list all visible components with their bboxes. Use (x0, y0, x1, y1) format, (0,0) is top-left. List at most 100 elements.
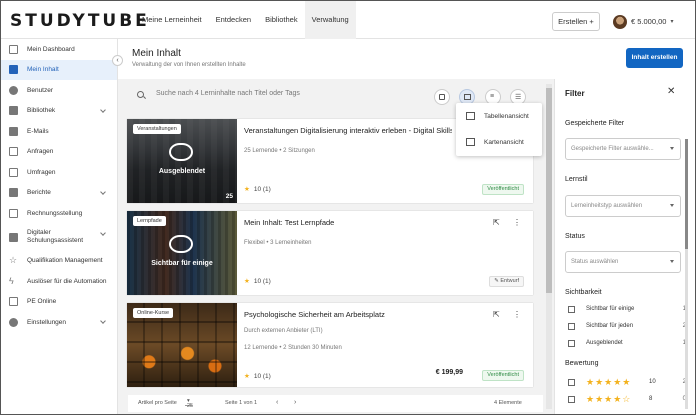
card-provider: Durch externen Anbieter (LTI) (244, 328, 323, 334)
menu-item-label: Tabellenansicht (484, 112, 529, 120)
page-title: Mein Inhalt (132, 48, 181, 59)
saved-filters-label: Gespeicherte Filter (565, 120, 625, 127)
scrollbar[interactable] (546, 84, 552, 409)
more-options-icon[interactable]: ⋮ (513, 218, 521, 227)
sidebar-item-qualifikation[interactable]: ☆ Qualifikation Management (1, 251, 117, 272)
status-badge: Veröffentlicht (482, 370, 524, 381)
close-icon[interactable]: ✕ (667, 86, 675, 97)
card-rating: ★ 10 (1) (244, 372, 271, 380)
nav-verwaltung[interactable]: Verwaltung (304, 1, 356, 39)
chevron-down-icon: ▾ (670, 19, 674, 25)
content-card[interactable]: Online-Kurse Psychologische Sicherheit a… (127, 303, 533, 387)
star-icon: ☆ (9, 255, 18, 266)
filter-scrollbar[interactable] (685, 139, 688, 409)
checkbox[interactable] (568, 323, 575, 330)
sidebar-item-rechnungsstellung[interactable]: Rechnungsstellung (1, 203, 117, 224)
filter-scrollbar-thumb[interactable] (685, 139, 688, 249)
sidebar-item-automation[interactable]: ϟ Auslöser für die Automation (1, 271, 117, 292)
avatar[interactable] (613, 14, 627, 29)
sidebar-item-label: Qualifikation Management (27, 257, 103, 265)
sidebar-item-label: Einstellungen (27, 318, 67, 326)
sidebar-item-label: Berichte (27, 189, 51, 197)
nav-bibliothek[interactable]: Bibliothek (258, 1, 305, 39)
sidebar-item-label: Bibliothek (27, 107, 56, 115)
copy-icon (9, 147, 18, 157)
learning-style-select[interactable]: Lerneinheitstyp auswählen (565, 195, 681, 217)
rating-option[interactable]: ★★★★★102 (565, 377, 690, 391)
checkbox[interactable] (568, 396, 575, 403)
rating-value: 10 (1) (253, 278, 271, 285)
scrollbar-thumb[interactable] (546, 88, 552, 293)
nav-entdecken[interactable]: Entdecken (209, 1, 258, 39)
status-select[interactable]: Status auswählen (565, 251, 681, 273)
rating-option[interactable]: ★★★★☆80 (565, 394, 690, 408)
sidebar-item-dashboard[interactable]: Mein Dashboard (1, 39, 117, 60)
card-rating: ★ 10 (1) (244, 185, 271, 193)
select-all-checkbox[interactable] (434, 89, 450, 105)
rating-value: 8 (649, 396, 653, 402)
eye-off-icon (169, 143, 193, 161)
visibility-option[interactable]: Sichtbar für einige1 (565, 304, 690, 318)
prev-page-icon[interactable]: ‹ (276, 399, 278, 406)
next-page-icon[interactable]: › (294, 399, 296, 406)
sidebar-item-umfragen[interactable]: Umfragen (1, 162, 117, 183)
checkbox[interactable] (568, 379, 575, 386)
card-title[interactable]: Veranstaltungen Digitalisierung interakt… (244, 126, 452, 135)
visibility-option[interactable]: Ausgeblendet1 (565, 338, 690, 352)
card-title[interactable]: Mein Inhalt: Test Lernpfade (244, 218, 452, 227)
more-options-icon[interactable]: ⋮ (513, 310, 521, 319)
checkbox[interactable] (568, 306, 575, 313)
card-price: € 199,99 (435, 369, 463, 376)
sidebar-item-einstellungen[interactable]: Einstellungen (1, 312, 117, 333)
create-content-button[interactable]: Inhalt erstellen (626, 48, 683, 68)
card-thumbnail: Veranstaltungen Ausgeblendet 25 (127, 119, 237, 203)
visibility-option[interactable]: Sichtbar für jeden2 (565, 321, 690, 335)
sidebar-item-anfragen[interactable]: Anfragen (1, 142, 117, 163)
menu-item-card-view[interactable]: Kartenansicht (456, 129, 542, 155)
content-card[interactable]: Lernpfade Sichtbar für einige Mein Inhal… (127, 211, 533, 295)
search-input[interactable]: Suche nach 4 Lerninhalte nach Titel oder… (156, 90, 300, 97)
menu-item-table-view[interactable]: Tabellenansicht (456, 103, 542, 129)
sidebar-item-mein-inhalt[interactable]: Mein Inhalt (1, 59, 117, 80)
status-badge: Veröffentlicht (482, 184, 524, 195)
pagination: Artikel pro Seite 25 ▾ Seite 1 von 1 ‹ ›… (128, 395, 543, 412)
sidebar-item-emails[interactable]: E-Mails (1, 121, 117, 142)
sidebar-item-schulungsassistent[interactable]: Digitaler Schulungsassistent (1, 224, 117, 251)
invoice-icon (9, 208, 18, 218)
sidebar-item-berichte[interactable]: Berichte (1, 183, 117, 204)
option-label: Ausgeblendet (586, 340, 623, 346)
card-thumbnail: Online-Kurse (127, 303, 237, 387)
sidebar-item-label: Anfragen (27, 148, 54, 156)
filter-icon: ☰ (515, 94, 522, 101)
sidebar-item-bibliothek[interactable]: Bibliothek (1, 101, 117, 122)
open-external-icon[interactable]: ⇱ (493, 218, 500, 227)
type-tag: Lernpfade (133, 216, 166, 226)
sidebar-item-label: Mein Dashboard (27, 45, 75, 53)
page-info: Seite 1 von 1 (225, 400, 258, 406)
type-tag: Veranstaltungen (133, 124, 181, 134)
create-button[interactable]: Erstellen + (552, 12, 600, 31)
content-area: Suche nach 4 Lerninhalte nach Titel oder… (118, 79, 554, 414)
per-page-select[interactable]: 25 ▾ (185, 398, 193, 409)
star-icon: ★ (244, 278, 250, 285)
open-external-icon[interactable]: ⇱ (493, 310, 500, 319)
menu-item-label: Kartenansicht (484, 138, 524, 146)
learner-count: 25 (225, 193, 233, 200)
checkbox[interactable] (568, 340, 575, 347)
stars-icon: ★★★★★ (586, 377, 632, 387)
studytube-logo[interactable]: STUDYTUBE (10, 11, 150, 31)
card-title[interactable]: Psychologische Sicherheit am Arbeitsplat… (244, 310, 452, 319)
stars-icon: ★★★★☆ (586, 394, 632, 404)
per-page-label: Artikel pro Seite (138, 400, 177, 406)
nav-meine-lerneinheit[interactable]: Meine Lerneinheit (135, 1, 209, 39)
mail-icon (9, 126, 18, 136)
report-icon (9, 188, 18, 198)
star-icon: ★ (244, 373, 250, 380)
sidebar-item-pe-online[interactable]: PE Online (1, 292, 117, 313)
sidebar-collapse-button[interactable]: ‹ (112, 55, 123, 66)
sidebar-item-benutzer[interactable]: Benutzer (1, 80, 117, 101)
saved-filters-select[interactable]: Gespeicherte Filter auswähle... (565, 138, 681, 160)
account-menu[interactable]: € 5.000,00 ▾ (613, 12, 673, 31)
card-thumbnail: Lernpfade Sichtbar für einige (127, 211, 237, 295)
view-menu: Tabellenansicht Kartenansicht (456, 103, 542, 156)
